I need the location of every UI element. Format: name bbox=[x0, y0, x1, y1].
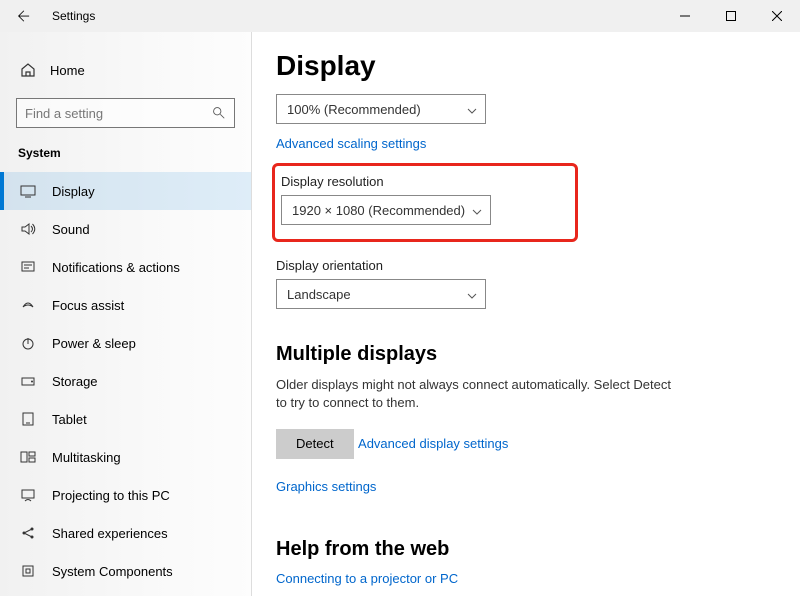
help-link-projector[interactable]: Connecting to a projector or PC bbox=[276, 571, 772, 586]
focus-icon bbox=[20, 297, 36, 313]
help-heading: Help from the web bbox=[276, 538, 772, 561]
advanced-scaling-link[interactable]: Advanced scaling settings bbox=[276, 136, 426, 151]
search-input[interactable] bbox=[25, 106, 212, 121]
sidebar-item-label: Shared experiences bbox=[52, 526, 168, 541]
power-icon bbox=[20, 335, 36, 351]
sidebar-item-components[interactable]: System Components bbox=[0, 552, 251, 590]
sidebar-item-label: Power & sleep bbox=[52, 336, 136, 351]
sidebar-item-shared[interactable]: Shared experiences bbox=[0, 514, 251, 552]
search-icon bbox=[212, 106, 226, 120]
sidebar-item-power[interactable]: Power & sleep bbox=[0, 324, 251, 362]
chevron-down-icon bbox=[467, 104, 477, 114]
sidebar-item-storage[interactable]: Storage bbox=[0, 362, 251, 400]
advanced-display-link[interactable]: Advanced display settings bbox=[358, 436, 508, 451]
maximize-icon bbox=[726, 11, 736, 21]
search-box[interactable] bbox=[16, 98, 235, 128]
main-content: Display 100% (Recommended) Advanced scal… bbox=[252, 32, 800, 596]
close-button[interactable] bbox=[754, 0, 800, 32]
home-icon bbox=[20, 62, 36, 78]
sidebar-item-notifications[interactable]: Notifications & actions bbox=[0, 248, 251, 286]
home-nav[interactable]: Home bbox=[0, 52, 251, 88]
titlebar: Settings bbox=[0, 0, 800, 32]
home-label: Home bbox=[50, 63, 85, 78]
graphics-settings-link[interactable]: Graphics settings bbox=[276, 479, 772, 494]
resolution-dropdown[interactable]: 1920 × 1080 (Recommended) bbox=[281, 195, 491, 225]
maximize-button[interactable] bbox=[708, 0, 754, 32]
sidebar-item-label: Focus assist bbox=[52, 298, 124, 313]
sidebar-item-display[interactable]: Display bbox=[0, 172, 251, 210]
storage-icon bbox=[20, 373, 36, 389]
page-title: Display bbox=[276, 50, 772, 82]
chevron-down-icon bbox=[467, 289, 477, 299]
projecting-icon bbox=[20, 487, 36, 503]
sidebar-item-label: Notifications & actions bbox=[52, 260, 180, 275]
resolution-label: Display resolution bbox=[281, 174, 565, 189]
orientation-dropdown[interactable]: Landscape bbox=[276, 279, 486, 309]
tablet-icon bbox=[20, 411, 36, 427]
multiple-displays-text: Older displays might not always connect … bbox=[276, 376, 676, 412]
sidebar-item-label: Projecting to this PC bbox=[52, 488, 170, 503]
sidebar-item-projecting[interactable]: Projecting to this PC bbox=[0, 476, 251, 514]
sidebar-item-label: Storage bbox=[52, 374, 98, 389]
sidebar-item-focus[interactable]: Focus assist bbox=[0, 286, 251, 324]
sidebar-item-label: System Components bbox=[52, 564, 173, 579]
shared-icon bbox=[20, 525, 36, 541]
notifications-icon bbox=[20, 259, 36, 275]
multiple-displays-heading: Multiple displays bbox=[276, 343, 772, 366]
orientation-label: Display orientation bbox=[276, 258, 772, 273]
sidebar-item-tablet[interactable]: Tablet bbox=[0, 400, 251, 438]
scale-value: 100% (Recommended) bbox=[287, 102, 421, 117]
display-icon bbox=[20, 183, 36, 199]
sidebar-item-label: Sound bbox=[52, 222, 90, 237]
window-controls bbox=[662, 0, 800, 32]
components-icon bbox=[20, 563, 36, 579]
resolution-value: 1920 × 1080 (Recommended) bbox=[292, 203, 465, 218]
arrow-left-icon bbox=[16, 9, 30, 23]
back-button[interactable] bbox=[0, 0, 46, 32]
detect-button[interactable]: Detect bbox=[276, 429, 354, 459]
sidebar-item-clipboard[interactable]: Clipboard bbox=[0, 590, 251, 596]
window-title: Settings bbox=[52, 9, 95, 23]
sidebar-item-multitasking[interactable]: Multitasking bbox=[0, 438, 251, 476]
sound-icon bbox=[20, 221, 36, 237]
sidebar-item-label: Tablet bbox=[52, 412, 87, 427]
category-label: System bbox=[0, 142, 251, 172]
sidebar-item-label: Multitasking bbox=[52, 450, 121, 465]
orientation-value: Landscape bbox=[287, 287, 351, 302]
scale-dropdown[interactable]: 100% (Recommended) bbox=[276, 94, 486, 124]
sidebar: Home System Display Sound Notifications … bbox=[0, 32, 252, 596]
close-icon bbox=[772, 11, 782, 21]
multitasking-icon bbox=[20, 449, 36, 465]
sidebar-item-sound[interactable]: Sound bbox=[0, 210, 251, 248]
resolution-highlight: Display resolution 1920 × 1080 (Recommen… bbox=[272, 163, 578, 242]
sidebar-item-label: Display bbox=[52, 184, 95, 199]
minimize-icon bbox=[680, 11, 690, 21]
chevron-down-icon bbox=[472, 205, 482, 215]
minimize-button[interactable] bbox=[662, 0, 708, 32]
